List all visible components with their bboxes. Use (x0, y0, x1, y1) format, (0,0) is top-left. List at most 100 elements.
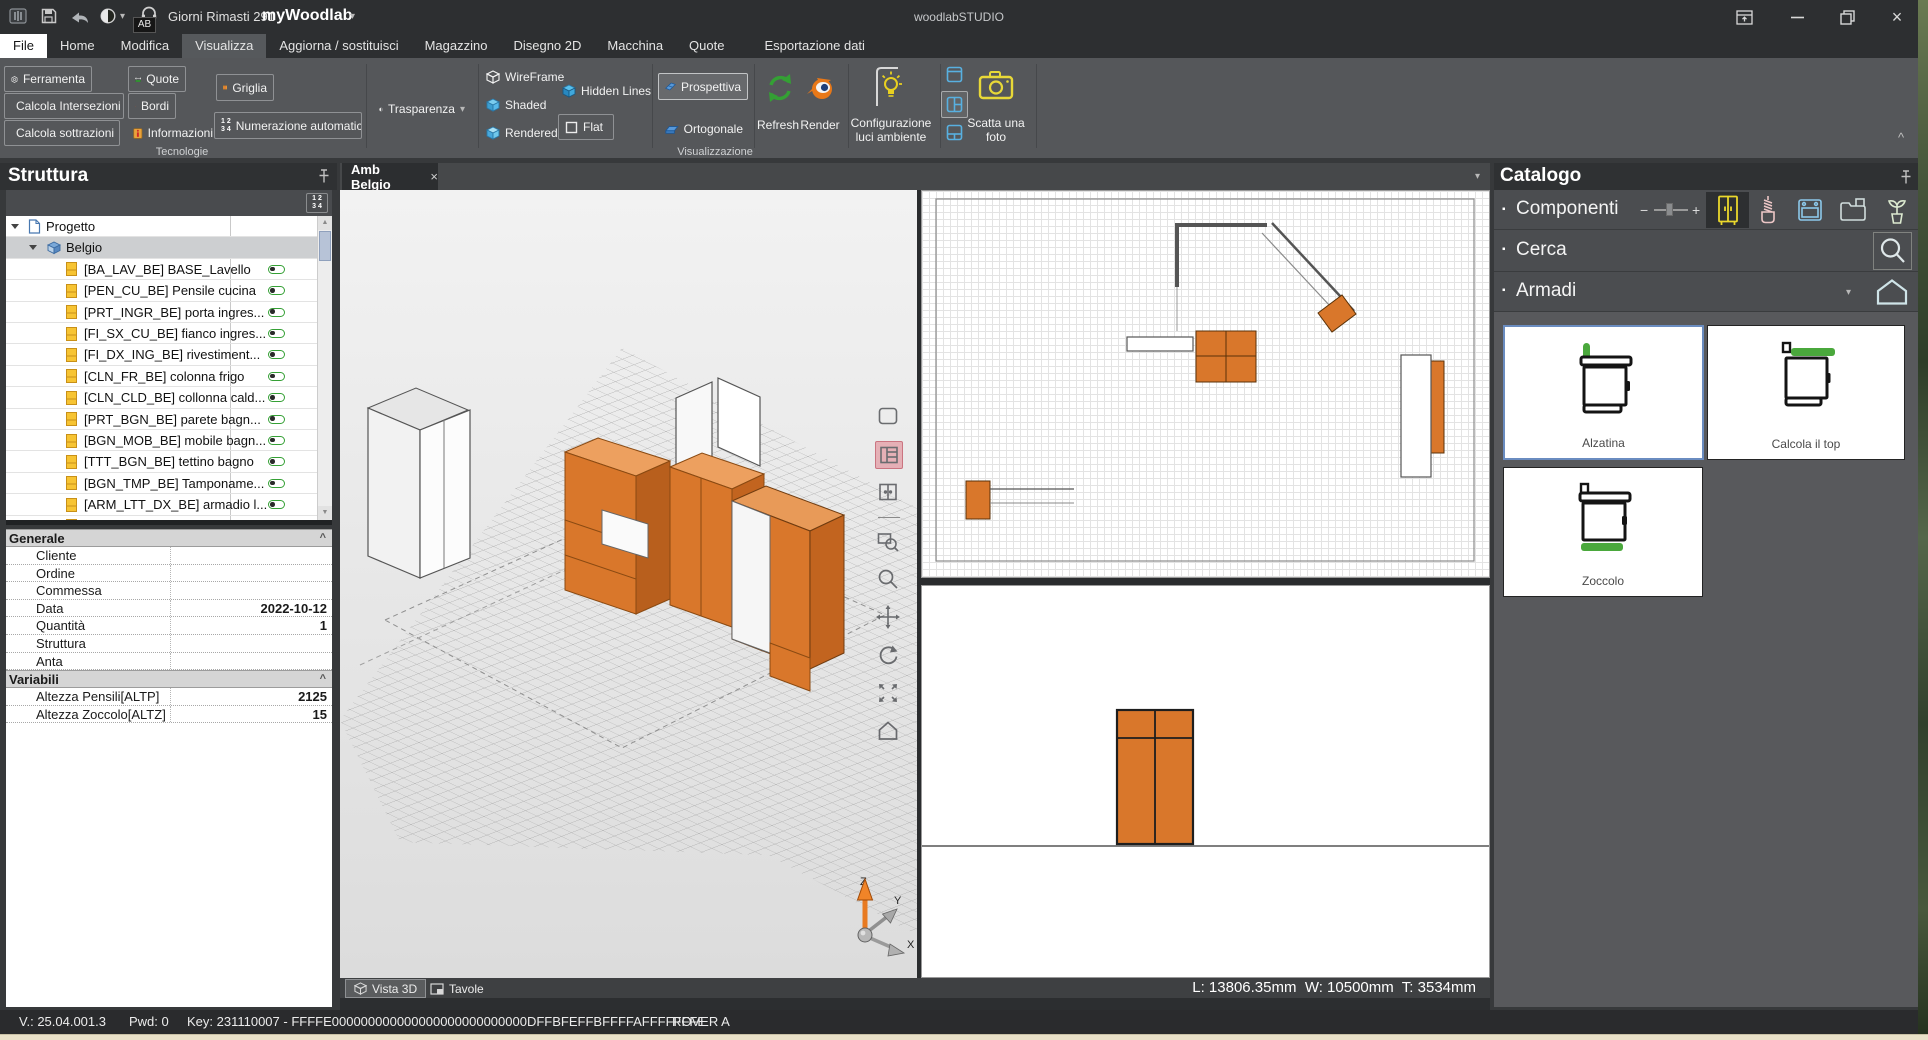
tab-vista-3d[interactable]: Vista 3D (345, 979, 426, 998)
size-slider-handle[interactable] (1666, 203, 1673, 216)
filter-groups-button[interactable] (1839, 198, 1867, 222)
flat-button[interactable]: Flat (558, 114, 614, 140)
calcola-intersezioni-button[interactable]: Calcola Intersezioni (4, 93, 124, 119)
zoom-out-icon[interactable]: − (1640, 203, 1648, 217)
numerazione-automatica-button[interactable]: 1 23 4 Numerazione automatica (214, 112, 362, 139)
property-value[interactable]: 15 (172, 706, 327, 723)
tree-item[interactable]: [CLN_FR_BE] colonna frigo (6, 366, 317, 387)
armadi-dropdown-icon[interactable]: ▾ (1846, 287, 1851, 298)
tab-list-dropdown-icon[interactable]: ▾ (1475, 171, 1480, 182)
save-icon[interactable] (40, 7, 58, 25)
visibility-toggle[interactable] (268, 393, 285, 402)
chevron-down-icon[interactable] (29, 245, 37, 250)
viewport-splitter-horizontal[interactable] (921, 578, 1490, 585)
layout-views-tool[interactable] (875, 441, 903, 469)
chevron-down-icon[interactable] (11, 224, 19, 229)
bordi-button[interactable]: Bordi (128, 93, 176, 119)
tree-item[interactable]: [TTT_BGN_BE] tettino bagno (6, 451, 317, 472)
collapse-icon[interactable]: ^ (320, 671, 326, 688)
visibility-toggle[interactable] (268, 457, 285, 466)
tree-item[interactable]: [BGN_MOB_BE] mobile bagn... (6, 430, 317, 451)
visibility-toggle[interactable] (268, 522, 285, 525)
visibility-toggle[interactable] (268, 329, 285, 338)
zoom-in-icon[interactable]: + (1692, 203, 1700, 217)
rotate-tool[interactable] (875, 642, 903, 670)
axis-gizmo[interactable]: Z Y X (843, 872, 923, 962)
zoom-window-tool[interactable] (875, 528, 903, 556)
minimize-button[interactable] (1782, 4, 1812, 30)
home-view-tool[interactable] (875, 718, 903, 746)
wireframe-button[interactable]: WireFrame (486, 70, 564, 84)
catalog-item-alzatina[interactable]: Alzatina (1503, 325, 1704, 460)
tree-item[interactable]: [FI_SX_CU_BE] fianco ingres... (6, 323, 317, 344)
configurazione-luci-button[interactable] (874, 66, 904, 108)
ribbon-display-options-button[interactable] (1729, 4, 1759, 30)
tree-item[interactable]: [ARM_LTT_BE] armadio letto (6, 516, 317, 525)
cabinet-view-tool[interactable] (875, 479, 903, 507)
visibility-toggle[interactable] (268, 415, 285, 424)
property-value[interactable]: 2125 (172, 688, 327, 705)
ferramenta-button[interactable]: Ferramenta (4, 66, 92, 92)
visibility-toggle[interactable] (268, 350, 285, 359)
render-button[interactable] (803, 72, 835, 104)
tree-item[interactable]: [PEN_CU_BE] Pensile cucina (6, 280, 317, 301)
zoom-tool[interactable] (875, 566, 903, 594)
viewport-plan[interactable] (921, 190, 1490, 578)
refresh-button[interactable] (764, 72, 796, 104)
rendered-button[interactable]: Rendered (486, 126, 558, 140)
tab-home[interactable]: Home (47, 34, 108, 58)
property-value[interactable]: 1 (172, 617, 327, 634)
tab-esportazione-dati[interactable]: Esportazione dati (751, 34, 877, 58)
shaded-button[interactable]: Shaded (486, 98, 546, 112)
viewport-3d[interactable] (340, 190, 917, 978)
app-logo-icon[interactable] (9, 7, 27, 25)
tab-modifica[interactable]: Modifica (108, 34, 182, 58)
document-tab[interactable]: Amb Belgio × (342, 163, 438, 190)
tree-item[interactable]: [FI_DX_ING_BE] rivestiment... (6, 344, 317, 365)
tree-item[interactable]: [BA_LAV_BE] BASE_Lavello (6, 259, 317, 280)
restore-button[interactable] (1832, 4, 1862, 30)
filter-appliances-button[interactable] (1797, 197, 1823, 223)
tab-tavole[interactable]: Tavole (422, 979, 492, 998)
numbering-sort-button[interactable]: 1 23 4 (306, 193, 328, 213)
collapse-icon[interactable]: ^ (320, 530, 326, 547)
filter-hardware-button[interactable] (1756, 195, 1780, 225)
tree-item[interactable]: [BGN_TMP_BE] Tamponame... (6, 473, 317, 494)
app-dropdown-icon[interactable]: ▾ (350, 11, 355, 22)
calcola-sottrazioni-button[interactable]: Calcola sottrazioni (4, 120, 120, 146)
visibility-toggle[interactable] (268, 286, 285, 295)
tab-disegno-2d[interactable]: Disegno 2D (500, 34, 594, 58)
scroll-down-icon[interactable]: ▼ (318, 506, 332, 520)
visibility-toggle[interactable] (268, 372, 285, 381)
close-icon[interactable]: × (430, 169, 438, 184)
search-button[interactable] (1873, 232, 1912, 270)
tab-magazzino[interactable]: Magazzino (412, 34, 501, 58)
catalog-item-calcola-il-top[interactable]: Calcola il top (1707, 325, 1905, 460)
hidden-lines-button[interactable]: Hidden Lines (562, 84, 651, 98)
ribbon-collapse-icon[interactable]: ^ (1898, 130, 1904, 145)
section-header-generale[interactable]: Generale^ (6, 529, 332, 547)
pan-tool[interactable] (875, 604, 903, 632)
section-header-variabili[interactable]: Variabili^ (6, 670, 332, 688)
layout-horizontal-button[interactable] (946, 124, 963, 141)
section-componenti[interactable]: ▪ Componenti − + (1494, 190, 1918, 230)
tree-scrollbar[interactable]: ▲ ▼ (317, 216, 332, 520)
visibility-toggle[interactable] (268, 436, 285, 445)
viewport-elevation[interactable] (921, 585, 1490, 978)
scroll-up-icon[interactable]: ▲ (318, 216, 332, 230)
griglia-button[interactable]: Griglia (216, 74, 274, 101)
tree-item-progetto[interactable]: Progetto (6, 216, 317, 237)
scatta-foto-button[interactable] (978, 70, 1014, 100)
undo-icon[interactable] (70, 10, 90, 25)
marquee-select-tool[interactable] (875, 403, 903, 431)
tab-file[interactable]: File (0, 34, 47, 58)
filter-cabinets-button[interactable] (1706, 192, 1749, 228)
scrollbar-thumb[interactable] (319, 231, 331, 261)
tree-item[interactable]: [ARM_LTT_DX_BE] armadio l... (6, 494, 317, 515)
tree-item[interactable]: [PRT_INGR_BE] porta ingres... (6, 302, 317, 323)
property-value[interactable]: 2022-10-12 (172, 600, 327, 617)
tab-quote[interactable]: Quote (676, 34, 737, 58)
layout-single-button[interactable] (946, 66, 963, 83)
layout-split-button[interactable] (941, 91, 968, 118)
tab-macchina[interactable]: Macchina (594, 34, 676, 58)
